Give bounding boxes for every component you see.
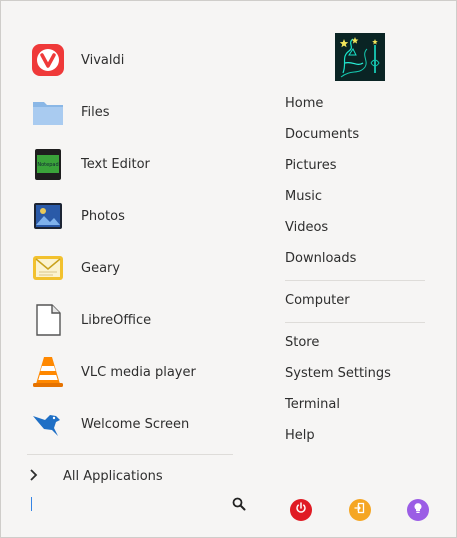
app-item-libreoffice[interactable]: LibreOffice <box>27 298 237 342</box>
search-icon[interactable] <box>231 496 247 512</box>
lock-icon <box>412 502 424 518</box>
place-terminal[interactable]: Terminal <box>285 393 340 417</box>
app-label: Text Editor <box>81 156 150 172</box>
app-item-photos[interactable]: Photos <box>27 194 237 238</box>
app-label: Vivaldi <box>81 52 125 68</box>
all-applications-button[interactable]: All Applications <box>29 464 235 488</box>
app-menu-panel: Vivaldi Files Notepad Text Editor Photos… <box>0 0 457 538</box>
place-help[interactable]: Help <box>285 424 315 448</box>
app-label: VLC media player <box>81 364 196 380</box>
divider <box>285 322 425 323</box>
place-home[interactable]: Home <box>285 92 323 116</box>
app-label: Photos <box>81 208 125 224</box>
place-pictures[interactable]: Pictures <box>285 154 336 178</box>
text-editor-icon: Notepad <box>30 146 66 182</box>
place-documents[interactable]: Documents <box>285 123 359 147</box>
app-item-welcome-screen[interactable]: Welcome Screen <box>27 402 237 446</box>
app-item-files[interactable]: Files <box>27 90 237 134</box>
folder-icon <box>30 94 66 130</box>
app-label: Welcome Screen <box>81 416 190 432</box>
vlc-cone-icon <box>30 354 66 390</box>
text-editor-icon-label: Notepad <box>37 162 58 168</box>
photos-icon <box>30 198 66 234</box>
place-system-settings[interactable]: System Settings <box>285 362 391 386</box>
place-music[interactable]: Music <box>285 185 322 209</box>
logout-button[interactable] <box>349 499 371 521</box>
app-label: Geary <box>81 260 121 276</box>
vivaldi-icon <box>30 42 66 78</box>
place-computer[interactable]: Computer <box>285 289 350 313</box>
app-item-text-editor[interactable]: Notepad Text Editor <box>27 142 237 186</box>
lock-button[interactable] <box>407 499 429 521</box>
bird-icon <box>30 406 66 442</box>
app-item-vivaldi[interactable]: Vivaldi <box>27 38 237 82</box>
app-label: Files <box>81 104 110 120</box>
user-avatar[interactable] <box>335 33 385 81</box>
mail-icon <box>30 250 66 286</box>
all-applications-label: All Applications <box>63 468 163 484</box>
divider <box>27 454 233 455</box>
place-videos[interactable]: Videos <box>285 216 328 240</box>
search-input[interactable] <box>29 493 251 517</box>
place-downloads[interactable]: Downloads <box>285 247 356 271</box>
place-store[interactable]: Store <box>285 331 319 355</box>
text-cursor <box>31 497 32 511</box>
logout-icon <box>354 502 366 518</box>
document-icon <box>30 302 66 338</box>
app-label: LibreOffice <box>81 312 152 328</box>
divider <box>285 280 425 281</box>
chevron-right-icon <box>29 468 43 484</box>
app-item-vlc[interactable]: VLC media player <box>27 350 237 394</box>
app-item-geary[interactable]: Geary <box>27 246 237 290</box>
power-icon <box>295 502 307 518</box>
power-button[interactable] <box>290 499 312 521</box>
